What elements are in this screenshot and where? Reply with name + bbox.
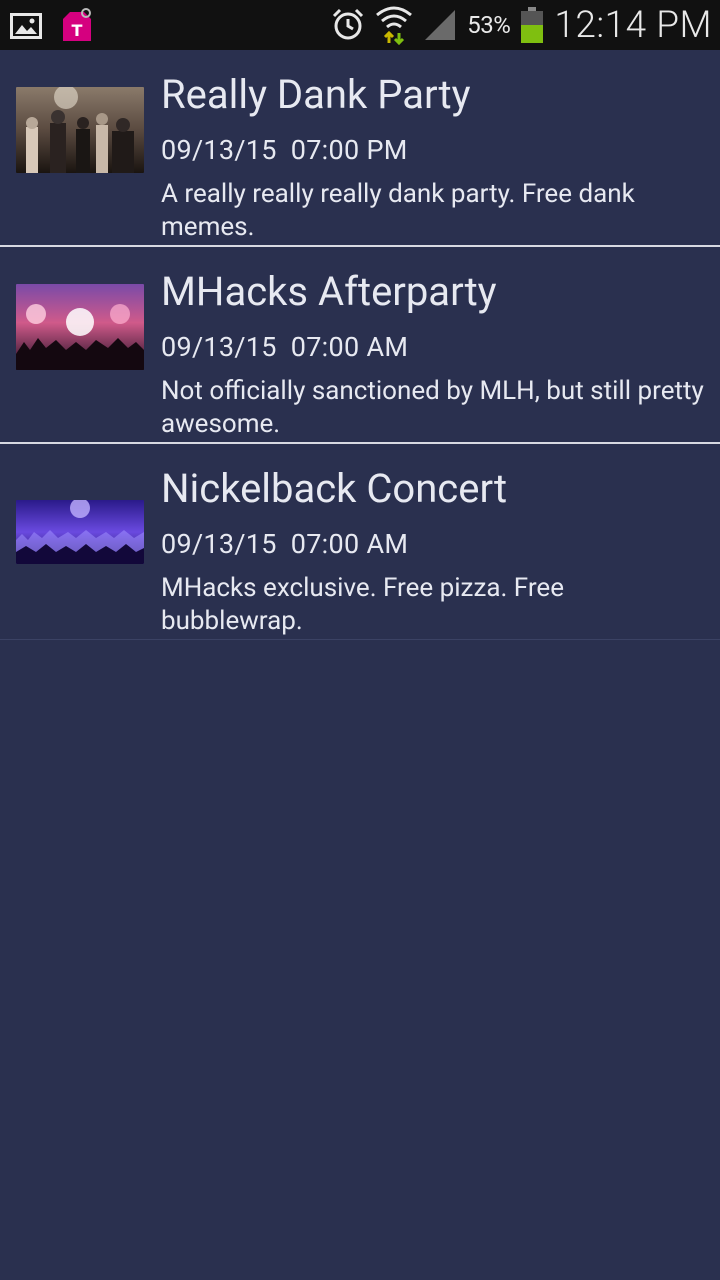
event-title: Nickelback Concert	[161, 465, 508, 512]
event-time: 07:00 PM	[290, 134, 408, 166]
event-list: Really Dank Party 09/13/15 07:00 PM A rea…	[0, 50, 720, 640]
clock: 12:14 PM	[554, 3, 712, 47]
svg-text:T: T	[72, 21, 83, 40]
event-date: 09/13/15	[161, 331, 277, 363]
event-datetime: 09/13/15 07:00 AM	[161, 329, 704, 365]
event-date: 09/13/15	[161, 528, 277, 560]
event-date: 09/13/15	[161, 134, 277, 166]
event-datetime: 09/13/15 07:00 AM	[161, 526, 704, 562]
event-time: 07:00 AM	[290, 331, 409, 363]
cell-signal-icon	[425, 10, 456, 40]
event-description: A really really really dank party. Free …	[161, 179, 635, 242]
event-list-item[interactable]: MHacks Afterparty 09/13/15 07:00 AM Not o…	[0, 247, 720, 444]
wifi-data-icon	[376, 6, 413, 45]
event-datetime: 09/13/15 07:00 PM	[161, 132, 704, 168]
event-thumbnail	[16, 500, 144, 564]
battery-icon	[521, 7, 544, 43]
event-thumbnail	[16, 284, 144, 370]
event-time: 07:00 AM	[290, 528, 409, 560]
event-list-item[interactable]: Nickelback Concert 09/13/15 07:00 AM MHac…	[0, 444, 720, 640]
t-mobile-icon: T	[63, 8, 91, 41]
event-title: MHacks Afterparty	[161, 268, 497, 315]
event-list-item[interactable]: Really Dank Party 09/13/15 07:00 PM A rea…	[0, 50, 720, 247]
event-title: Really Dank Party	[161, 71, 471, 118]
event-description: Not officially sanctioned by MLH, but st…	[161, 376, 704, 439]
battery-percent: 53%	[467, 11, 511, 39]
event-description: MHacks exclusive. Free pizza. Free bubbl…	[161, 573, 564, 636]
alarm-icon	[333, 8, 364, 40]
image-icon	[10, 13, 42, 39]
status-bar: T 53% 12:14 PM	[0, 0, 720, 50]
event-thumbnail	[16, 87, 144, 173]
